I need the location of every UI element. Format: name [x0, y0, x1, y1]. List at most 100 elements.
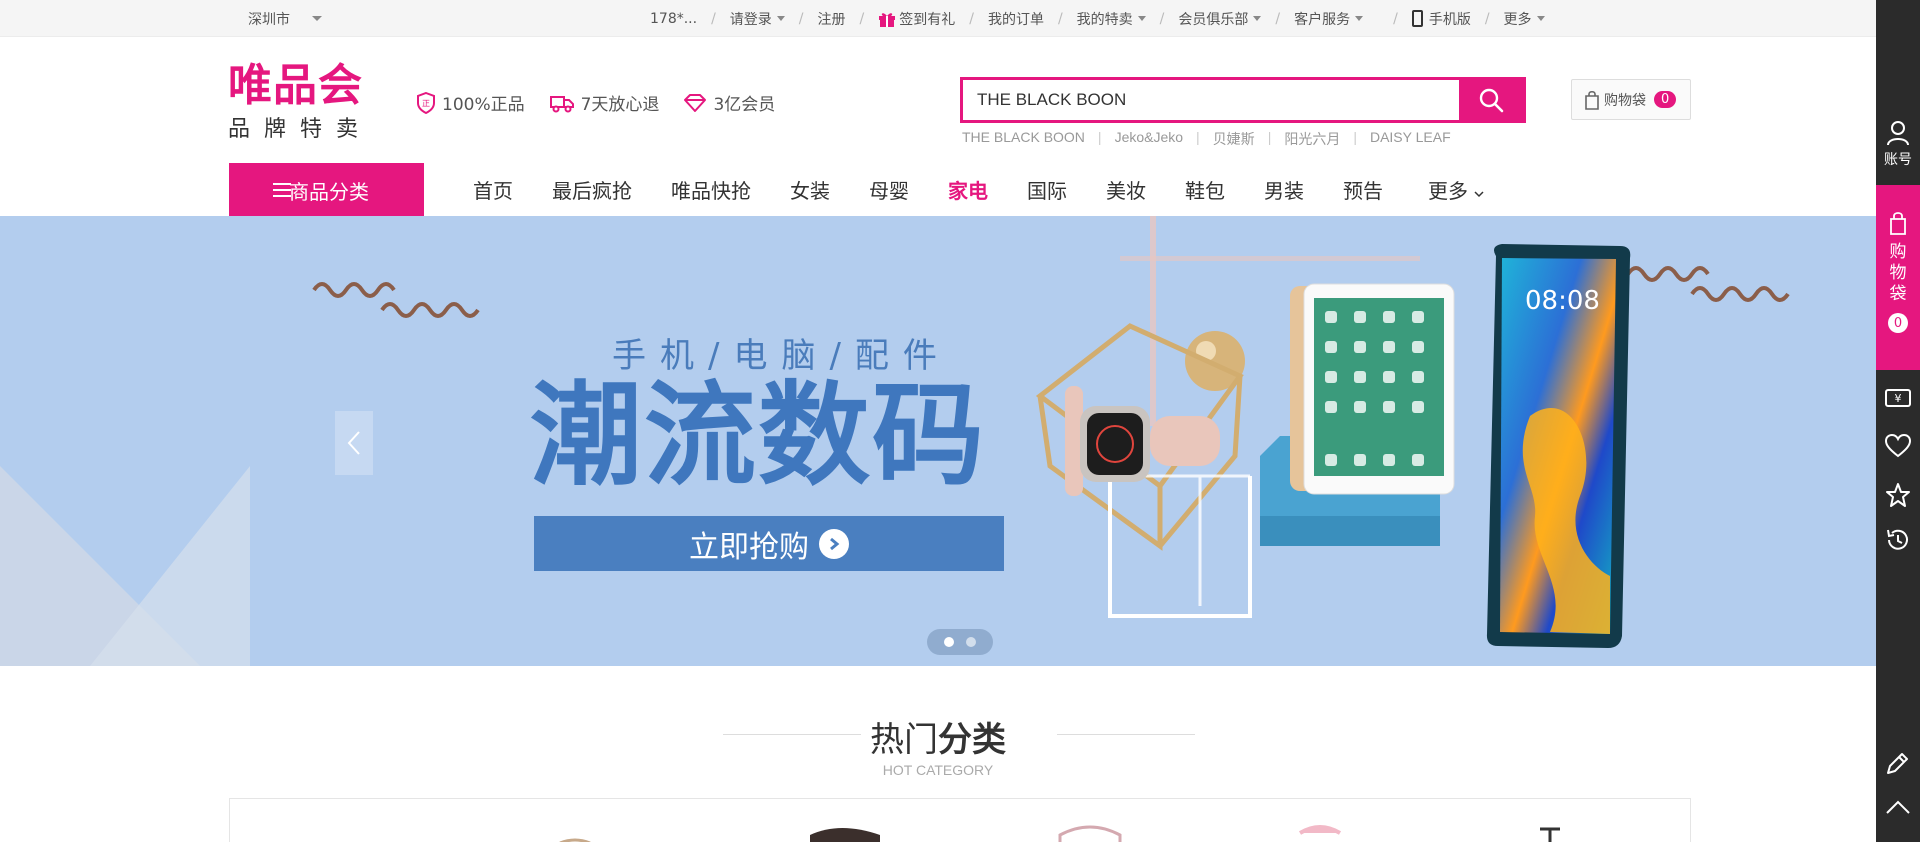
page: 深圳市 178*... / 请登录 / 注册 / 签到有礼 / 我的订单 / 我…	[0, 0, 1920, 842]
section-subtitle: HOT CATEGORY	[882, 762, 994, 778]
my-orders-link[interactable]: 我的订单	[988, 9, 1044, 29]
back-to-top-button[interactable]	[1876, 798, 1920, 816]
back-to-top-icon	[1886, 800, 1910, 814]
main-nav: 商品分类 首页 最后疯抢 唯品快抢 女装 母婴 家电 国际 美妆 鞋包 男装 预…	[0, 163, 1876, 217]
register-link[interactable]: 注册	[818, 9, 846, 29]
hot-keywords: THE BLACK BOON | Jeko&Jeko | 贝婕斯 | 阳光六月 …	[962, 129, 1451, 149]
promise-authentic: 正 100%正品	[416, 90, 525, 115]
sidebar-cart-count: 0	[1888, 313, 1908, 333]
user-account-link[interactable]: 178*...	[650, 11, 697, 27]
search-input[interactable]	[963, 80, 1459, 120]
nav-item-baby[interactable]: 母婴	[869, 175, 909, 204]
cart-count-badge: 0	[1654, 91, 1677, 108]
cart-label: 购物袋	[1604, 92, 1646, 109]
section-title: 热门分类	[0, 712, 1876, 761]
user-icon	[1887, 121, 1909, 146]
mobile-label: 手机版	[1428, 11, 1471, 28]
search-button[interactable]	[1459, 80, 1523, 120]
more-label: 更多	[1503, 11, 1532, 28]
nav-item-beauty[interactable]: 美妆	[1106, 175, 1146, 204]
nav-item-last-chance[interactable]: 最后疯抢	[552, 175, 632, 204]
buy-now-button[interactable]: 立即抢购	[534, 516, 1004, 571]
coupon-icon: ¥	[1885, 389, 1911, 407]
right-sidebar: 账号 购 物 袋 0 ¥	[1876, 0, 1920, 842]
checkin-label: 签到有礼	[899, 11, 956, 28]
nav-item-shoes-bags[interactable]: 鞋包	[1185, 175, 1225, 204]
cart-button[interactable]: 购物袋 0	[1571, 79, 1691, 120]
nav-item-women[interactable]: 女装	[790, 175, 830, 204]
login-link[interactable]: 请登录	[730, 9, 785, 29]
nav-item-international[interactable]: 国际	[1027, 175, 1067, 204]
brand-follow-button[interactable]	[1876, 482, 1920, 508]
separator: /	[969, 10, 974, 27]
chevron-down-icon	[1355, 16, 1364, 21]
hot-keyword[interactable]: DAISY LEAF	[1370, 129, 1451, 149]
carousel-indicators	[927, 629, 993, 655]
shopping-bag-icon	[1890, 212, 1906, 235]
top-bar: 深圳市 178*... / 请登录 / 注册 / 签到有礼 / 我的订单 / 我…	[0, 0, 1876, 37]
nav-items: 首页 最后疯抢 唯品快抢 女装 母婴 家电 国际 美妆 鞋包 男装 预告 更多	[473, 163, 1523, 216]
hot-keyword[interactable]: 阳光六月	[1284, 129, 1340, 149]
city-selector[interactable]: 深圳市	[248, 9, 290, 29]
category-button[interactable]: 商品分类	[229, 163, 424, 217]
favorites-button[interactable]	[1876, 434, 1920, 458]
hot-keyword[interactable]: THE BLACK BOON	[962, 129, 1085, 149]
mobile-link[interactable]: 手机版	[1411, 9, 1471, 29]
carousel-dot[interactable]	[944, 637, 954, 647]
separator: |	[1097, 129, 1102, 145]
carousel-prev-button[interactable]	[335, 411, 373, 475]
gift-icon	[879, 12, 896, 27]
nav-item-appliances[interactable]: 家电	[948, 175, 988, 204]
phone-icon	[1411, 10, 1423, 27]
decor-triangle	[90, 466, 250, 666]
sidebar-cart-button[interactable]: 购 物 袋 0	[1876, 185, 1920, 370]
checkin-link[interactable]: 签到有礼	[878, 9, 955, 29]
promise-label: 100%正品	[442, 95, 525, 115]
coupon-button[interactable]: ¥	[1876, 388, 1920, 408]
separator: |	[1196, 129, 1200, 145]
carousel-dot[interactable]	[966, 637, 976, 647]
sidebar-cart-label: 购	[1889, 242, 1907, 262]
separator: /	[798, 10, 804, 27]
nav-item-home[interactable]: 首页	[473, 175, 513, 204]
chevron-down-icon	[1536, 16, 1545, 21]
chevron-left-icon	[347, 431, 360, 455]
promise-return: 7天放心退	[549, 90, 659, 115]
nav-item-more[interactable]: 更多	[1428, 175, 1484, 204]
city-dropdown-icon[interactable]	[312, 16, 322, 21]
more-link[interactable]: 更多	[1504, 9, 1545, 29]
svg-text:正: 正	[422, 99, 430, 108]
login-label: 请登录	[729, 11, 772, 28]
logo-sub-text: 品牌特卖	[228, 117, 373, 142]
promise-members: 3亿会员	[683, 90, 775, 115]
customer-service-label: 客户服务	[1294, 11, 1351, 28]
nav-item-men[interactable]: 男装	[1264, 175, 1304, 204]
nav-item-preview[interactable]: 预告	[1343, 175, 1383, 204]
my-special-link[interactable]: 我的特卖	[1077, 9, 1146, 29]
category-button-label: 商品分类	[289, 179, 369, 204]
history-button[interactable]	[1876, 527, 1920, 553]
hot-keyword[interactable]: 贝婕斯	[1213, 129, 1255, 149]
member-club-label: 会员俱乐部	[1178, 11, 1249, 28]
menu-icon	[273, 183, 291, 201]
member-club-link[interactable]: 会员俱乐部	[1178, 9, 1262, 29]
hero-banner[interactable]: 手机/电脑/配件 潮流数码 立即抢购 08:08	[0, 216, 1876, 666]
separator: /	[1057, 10, 1063, 27]
search-box	[960, 77, 1526, 123]
separator: /	[859, 10, 865, 27]
hot-keyword[interactable]: Jeko&Jeko	[1115, 129, 1183, 149]
svg-text:08:08: 08:08	[1525, 286, 1600, 316]
section-title-bold: 分类	[938, 720, 1006, 760]
customer-service-link[interactable]: 客户服务	[1294, 9, 1364, 29]
sidebar-cart-label: 袋	[1889, 284, 1907, 304]
nav-item-flash-sale[interactable]: 唯品快抢	[671, 175, 751, 204]
product-illustration: 08:08	[1035, 216, 1631, 648]
feedback-button[interactable]	[1876, 750, 1920, 776]
diamond-icon	[684, 93, 707, 112]
chevron-down-icon	[776, 16, 785, 21]
separator: /	[1159, 10, 1165, 27]
account-button[interactable]: 账号	[1876, 120, 1920, 169]
star-icon	[1886, 483, 1910, 507]
logo[interactable]: 唯品会 品牌特卖	[228, 63, 380, 143]
nav-more-label: 更多	[1428, 179, 1468, 203]
